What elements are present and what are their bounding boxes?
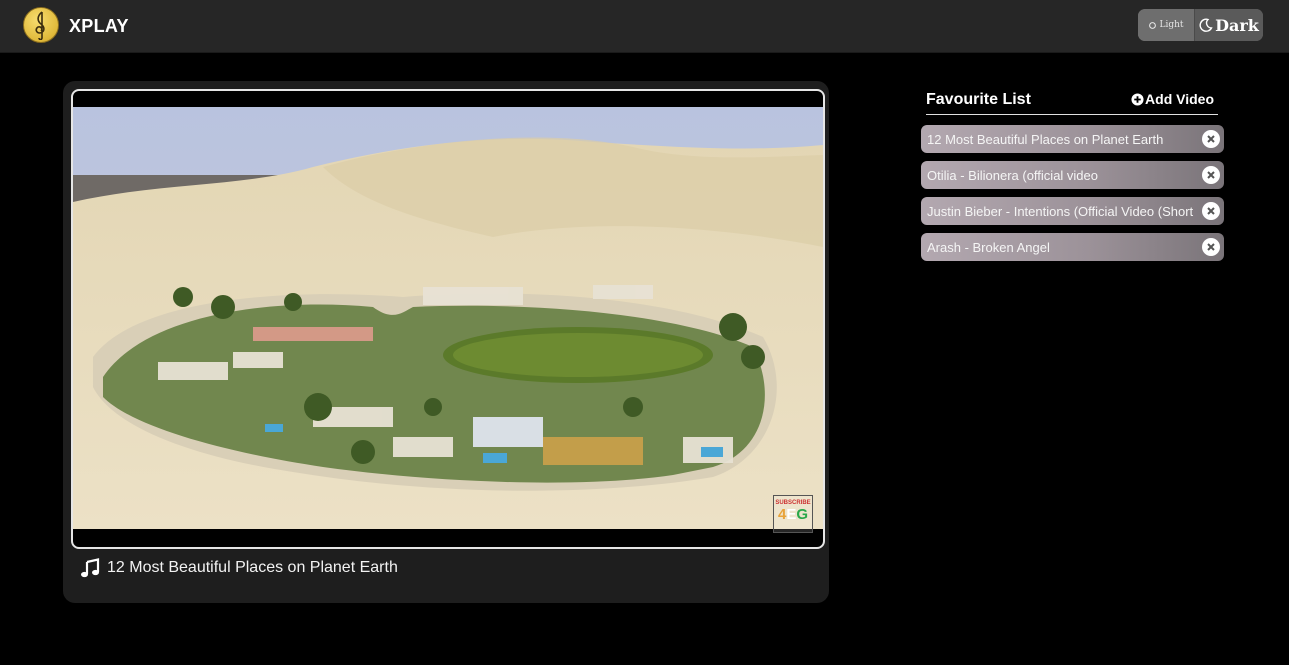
list-item[interactable]: Justin Bieber - Intentions (Official Vid… (921, 197, 1224, 225)
favourite-list-panel: Favourite List Add Video 12 Most Beautif… (921, 87, 1224, 269)
list-item[interactable]: 12 Most Beautiful Places on Planet Earth (921, 125, 1224, 153)
list-item-title: Arash - Broken Angel (927, 240, 1050, 255)
favourite-list-title: Favourite List (926, 91, 1031, 108)
now-playing-title: 12 Most Beautiful Places on Planet Earth (107, 559, 398, 576)
video-thumbnail[interactable] (73, 107, 823, 529)
favourite-list: 12 Most Beautiful Places on Planet Earth… (921, 125, 1224, 261)
theme-toggle: Light Dark (1138, 9, 1263, 41)
list-item-title: Justin Bieber - Intentions (Official Vid… (927, 204, 1194, 219)
list-item[interactable]: Arash - Broken Angel (921, 233, 1224, 261)
channel-watermark[interactable]: SUBSCRIBE 4EG (773, 495, 813, 533)
now-playing: 12 Most Beautiful Places on Planet Earth (80, 557, 398, 579)
add-video-button[interactable]: Add Video (1131, 91, 1214, 107)
favourite-list-header: Favourite List Add Video (926, 87, 1218, 115)
dark-theme-button[interactable]: Dark (1194, 9, 1263, 41)
light-theme-label: Light (1159, 20, 1184, 30)
add-video-label: Add Video (1145, 91, 1214, 107)
player-card: SUBSCRIBE 4EG 12 Most Beautiful Places o… (63, 81, 829, 603)
moon-icon (1199, 18, 1213, 32)
remove-icon[interactable] (1202, 166, 1220, 184)
remove-icon[interactable] (1202, 202, 1220, 220)
watermark-logo: 4EG (777, 506, 809, 523)
light-theme-button[interactable]: Light (1138, 9, 1194, 41)
app-brand[interactable]: XPLAY (69, 16, 129, 37)
top-navbar: XPLAY Light Dark (0, 0, 1289, 53)
list-item-title: 12 Most Beautiful Places on Planet Earth (927, 132, 1164, 147)
dark-theme-label: Dark (1215, 15, 1259, 35)
watermark-subscribe: SUBSCRIBE (775, 500, 811, 506)
list-item-title: Otilia - Bilionera (official video (927, 168, 1098, 183)
list-item[interactable]: Otilia - Bilionera (official video (921, 161, 1224, 189)
music-note-icon (81, 558, 100, 578)
remove-icon[interactable] (1202, 238, 1220, 256)
remove-icon[interactable] (1202, 130, 1220, 148)
sun-icon (1149, 21, 1157, 29)
treble-clef-icon[interactable] (23, 7, 59, 43)
video-player[interactable]: SUBSCRIBE 4EG (71, 89, 825, 549)
plus-circle-icon (1131, 92, 1144, 106)
